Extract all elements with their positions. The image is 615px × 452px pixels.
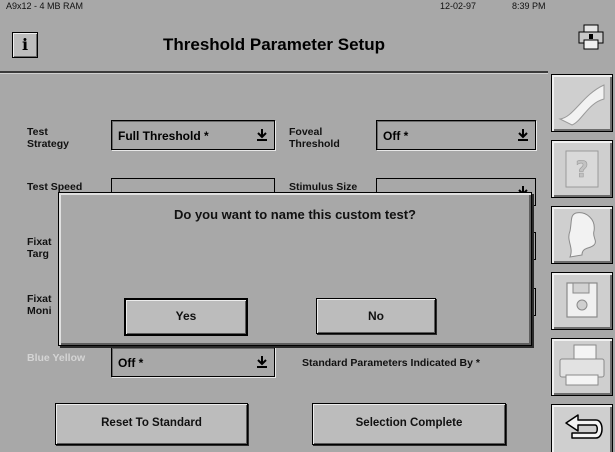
blue-yellow-value: Off * — [118, 356, 144, 370]
patient-button[interactable] — [551, 206, 613, 264]
reset-to-standard-button[interactable]: Reset To Standard — [55, 403, 248, 445]
return-arrow-icon — [565, 414, 603, 439]
fixation-target-label: Fixat Targ — [27, 236, 52, 260]
save-button[interactable] — [551, 272, 613, 330]
foveal-threshold-value: Off * — [383, 129, 409, 143]
dropdown-arrow-icon — [257, 356, 267, 368]
standard-parameters-note: Standard Parameters Indicated By * — [302, 357, 480, 369]
patient-profile-icon — [568, 212, 596, 258]
dialog-message: Do you want to name this custom test? — [174, 207, 416, 222]
svg-text:?: ? — [576, 158, 589, 183]
dropdown-arrow-icon — [257, 129, 267, 141]
selection-complete-button[interactable]: Selection Complete — [312, 403, 506, 445]
return-button[interactable] — [551, 404, 613, 452]
help-question-icon: ? — [565, 150, 599, 188]
fixation-monitor-label: Fixat Moni — [27, 293, 52, 317]
blue-yellow-dropdown[interactable]: Off * — [111, 347, 275, 377]
printer-paper-icon — [559, 344, 605, 386]
sidebar: ? — [548, 74, 615, 452]
dropdown-arrow-icon — [518, 129, 528, 141]
floppy-disk-icon — [566, 282, 598, 318]
print-button[interactable] — [551, 338, 613, 396]
help-button[interactable]: ? — [551, 140, 613, 198]
date-readout: 12-02-97 — [440, 1, 477, 11]
header-divider — [0, 71, 548, 74]
yes-button[interactable]: Yes — [124, 298, 248, 336]
status-bar: A9x12 - 4 MB RAM 12-02-97 8:39 PM — [0, 0, 548, 14]
printer-status-icon — [578, 24, 604, 50]
screen: A9x12 - 4 MB RAM 12-02-97 8:39 PM i Thre… — [0, 0, 615, 452]
memory-readout: A9x12 - 4 MB RAM — [6, 1, 84, 11]
foveal-threshold-label: Foveal Threshold — [289, 126, 340, 150]
page-title: Threshold Parameter Setup — [162, 35, 385, 54]
test-strategy-dropdown[interactable]: Full Threshold * — [111, 120, 275, 150]
name-test-dialog: Do you want to name this custom test? Ye… — [58, 192, 532, 346]
time-readout: 8:39 PM — [512, 1, 546, 11]
blue-yellow-label: Blue Yellow — [27, 352, 86, 364]
foveal-threshold-dropdown[interactable]: Off * — [376, 120, 536, 150]
curve-icon — [558, 84, 605, 126]
test-strategy-value: Full Threshold * — [118, 129, 209, 143]
curve-button[interactable] — [551, 74, 613, 132]
test-strategy-label: Test Strategy — [27, 126, 70, 150]
no-button[interactable]: No — [316, 298, 436, 334]
